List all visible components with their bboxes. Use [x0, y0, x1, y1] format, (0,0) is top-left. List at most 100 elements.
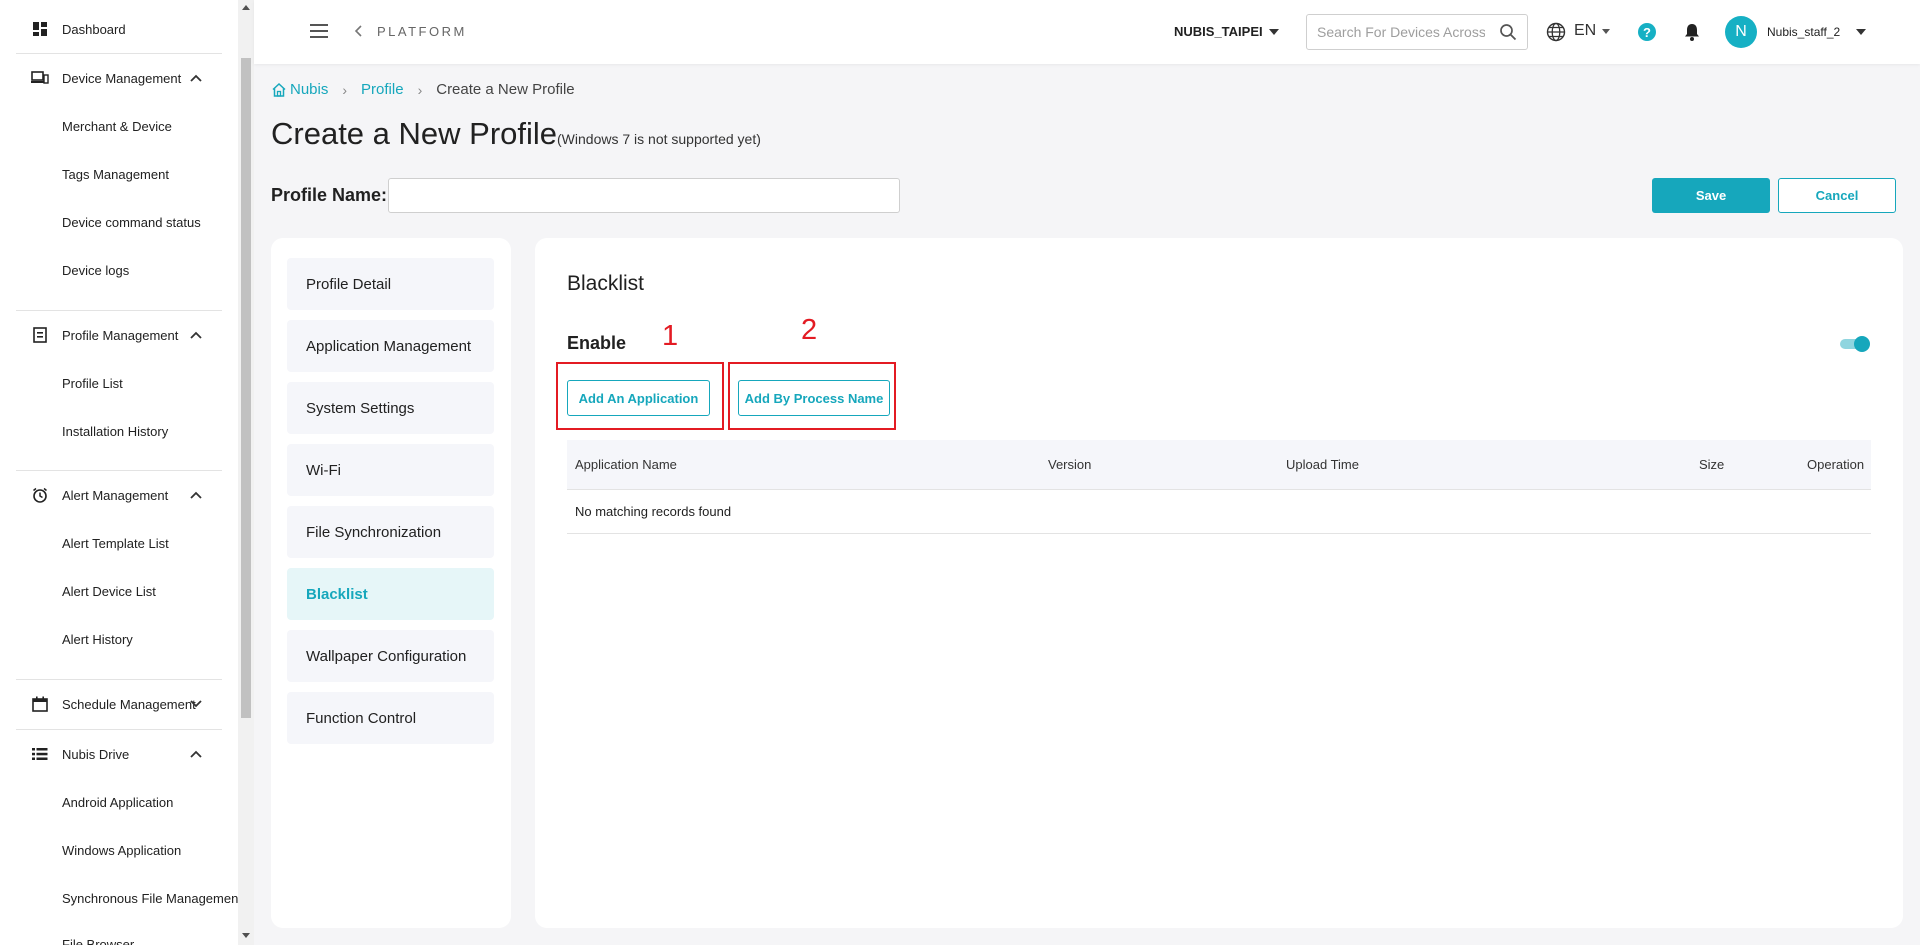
caret-down-icon[interactable] [1269, 29, 1279, 35]
sidebar-item-android-application[interactable]: Android Application [0, 790, 222, 814]
org-selector-label[interactable]: NUBIS_TAIPEI [1174, 24, 1263, 39]
sidebar-item-profile-management[interactable]: Profile Management [0, 323, 222, 347]
toggle-knob [1854, 336, 1870, 352]
sidebar-item-label: File Browser [62, 936, 135, 945]
breadcrumb-home-link[interactable]: Nubis [290, 81, 328, 98]
sidebar-scrollbar-thumb[interactable] [241, 58, 251, 718]
top-header: PLATFORM NUBIS_TAIPEI EN ? N Nubis_staff… [254, 0, 1920, 64]
calendar-icon [31, 695, 49, 713]
sidebar-item-label: Device logs [62, 262, 130, 278]
nav-item-wallpaper-configuration[interactable]: Wallpaper Configuration [287, 630, 494, 682]
sidebar-item-nubis-drive[interactable]: Nubis Drive [0, 742, 222, 766]
chevron-up-icon[interactable] [188, 327, 204, 343]
sidebar-item-label: Tags Management [62, 166, 169, 182]
scroll-up-arrow-icon[interactable] [242, 5, 250, 10]
language-selector[interactable]: EN [1574, 22, 1596, 40]
column-header-version[interactable]: Version [1048, 457, 1091, 472]
table-row: No matching records found [567, 490, 1871, 534]
sidebar-item-label: Synchronous File Management [62, 890, 238, 906]
sidebar-item-merchant-device[interactable]: Merchant & Device [0, 114, 222, 138]
sidebar-item-alert-history[interactable]: Alert History [0, 627, 222, 651]
menu-icon[interactable] [310, 24, 328, 38]
sidebar-divider [16, 679, 222, 680]
blacklist-panel: Blacklist Enable 1 2 Add An Application … [535, 238, 1903, 928]
profile-name-label: Profile Name: [271, 185, 388, 205]
sidebar-item-label: Alert Device List [62, 583, 156, 599]
save-button[interactable]: Save [1652, 178, 1770, 213]
nav-item-file-synchronization[interactable]: File Synchronization [287, 506, 494, 558]
sidebar-item-profile-list[interactable]: Profile List [0, 371, 222, 395]
sidebar-item-label: Dashboard [62, 21, 126, 37]
enable-label: Enable [567, 333, 627, 353]
enable-toggle[interactable] [1840, 336, 1870, 352]
sidebar-item-label: Schedule Management [62, 696, 196, 712]
column-header-application-name[interactable]: Application Name [575, 457, 677, 472]
cancel-button[interactable]: Cancel [1778, 178, 1896, 213]
sidebar-item-windows-application[interactable]: Windows Application [0, 838, 222, 862]
sidebar-item-label: Device command status [62, 214, 201, 230]
breadcrumb-separator-icon: › [417, 81, 423, 98]
sidebar-item-device-management[interactable]: Device Management [0, 66, 222, 90]
blacklist-table: Application Name Version Upload Time Siz… [567, 440, 1871, 534]
username-label[interactable]: Nubis_staff_2 [1767, 25, 1840, 39]
chevron-up-icon[interactable] [188, 70, 204, 86]
chevron-down-icon[interactable] [188, 696, 204, 712]
section-title: Blacklist [567, 272, 645, 295]
column-header-operation: Operation [1807, 457, 1865, 472]
breadcrumb-profile-link[interactable]: Profile [361, 81, 404, 98]
sidebar-item-tags-management[interactable]: Tags Management [0, 162, 222, 186]
scroll-down-arrow-icon[interactable] [242, 933, 250, 938]
list-icon [31, 745, 49, 763]
chevron-left-icon[interactable] [354, 24, 364, 43]
home-icon[interactable] [271, 82, 287, 98]
search-icon[interactable] [1499, 23, 1517, 41]
sidebar-item-label: Alert Management [62, 487, 169, 503]
help-icon[interactable]: ? [1638, 23, 1656, 41]
column-header-size[interactable]: Size [1699, 457, 1724, 472]
search-box [1306, 14, 1528, 50]
profile-name-input[interactable] [388, 178, 900, 213]
breadcrumb-separator-icon: › [342, 81, 348, 98]
profile-icon [31, 326, 49, 344]
nav-item-profile-detail[interactable]: Profile Detail [287, 258, 494, 310]
platform-label[interactable]: PLATFORM [377, 24, 467, 39]
add-by-process-name-button[interactable]: Add By Process Name [738, 380, 890, 416]
nav-item-wifi[interactable]: Wi-Fi [287, 444, 494, 496]
column-header-upload-time[interactable]: Upload Time [1286, 457, 1359, 472]
caret-down-icon[interactable] [1856, 29, 1866, 35]
nav-item-application-management[interactable]: Application Management [287, 320, 494, 372]
page-title: Create a New Profile(Windows 7 is not su… [271, 116, 761, 152]
sidebar-divider [16, 53, 222, 54]
nav-item-blacklist[interactable]: Blacklist [287, 568, 494, 620]
sidebar-item-label: Profile List [62, 375, 123, 391]
sidebar-item-schedule-management[interactable]: Schedule Management [0, 692, 222, 716]
nav-item-function-control[interactable]: Function Control [287, 692, 494, 744]
breadcrumb-current: Create a New Profile [436, 81, 575, 98]
sidebar-item-synchronous-file-management[interactable]: Synchronous File Management [0, 886, 238, 910]
search-input[interactable] [1317, 15, 1485, 49]
sidebar-divider [16, 310, 222, 311]
sidebar-item-file-browser[interactable]: File Browser [0, 932, 222, 945]
sidebar: Dashboard Device Management Merchant & D… [0, 0, 238, 945]
sidebar-item-alert-management[interactable]: Alert Management [0, 483, 222, 507]
sidebar-item-installation-history[interactable]: Installation History [0, 419, 222, 443]
table-header-row: Application Name Version Upload Time Siz… [567, 440, 1871, 490]
chevron-up-icon[interactable] [188, 487, 204, 503]
page-title-text: Create a New Profile [271, 116, 558, 151]
bell-icon[interactable] [1683, 22, 1701, 42]
annotation-number-1: 1 [662, 320, 679, 352]
sidebar-item-alert-template-list[interactable]: Alert Template List [0, 531, 222, 555]
sidebar-item-device-command-status[interactable]: Device command status [0, 210, 222, 234]
alarm-icon [31, 486, 49, 504]
annotation-number-2: 2 [801, 314, 818, 346]
avatar[interactable]: N [1725, 16, 1757, 48]
add-application-button[interactable]: Add An Application [567, 380, 710, 416]
sidebar-item-alert-device-list[interactable]: Alert Device List [0, 579, 222, 603]
nav-item-system-settings[interactable]: System Settings [287, 382, 494, 434]
globe-icon[interactable] [1546, 22, 1566, 42]
sidebar-item-label: Android Application [62, 794, 174, 810]
caret-down-icon[interactable] [1602, 29, 1610, 34]
sidebar-item-dashboard[interactable]: Dashboard [0, 17, 222, 41]
sidebar-item-device-logs[interactable]: Device logs [0, 258, 222, 282]
chevron-up-icon[interactable] [188, 746, 204, 762]
